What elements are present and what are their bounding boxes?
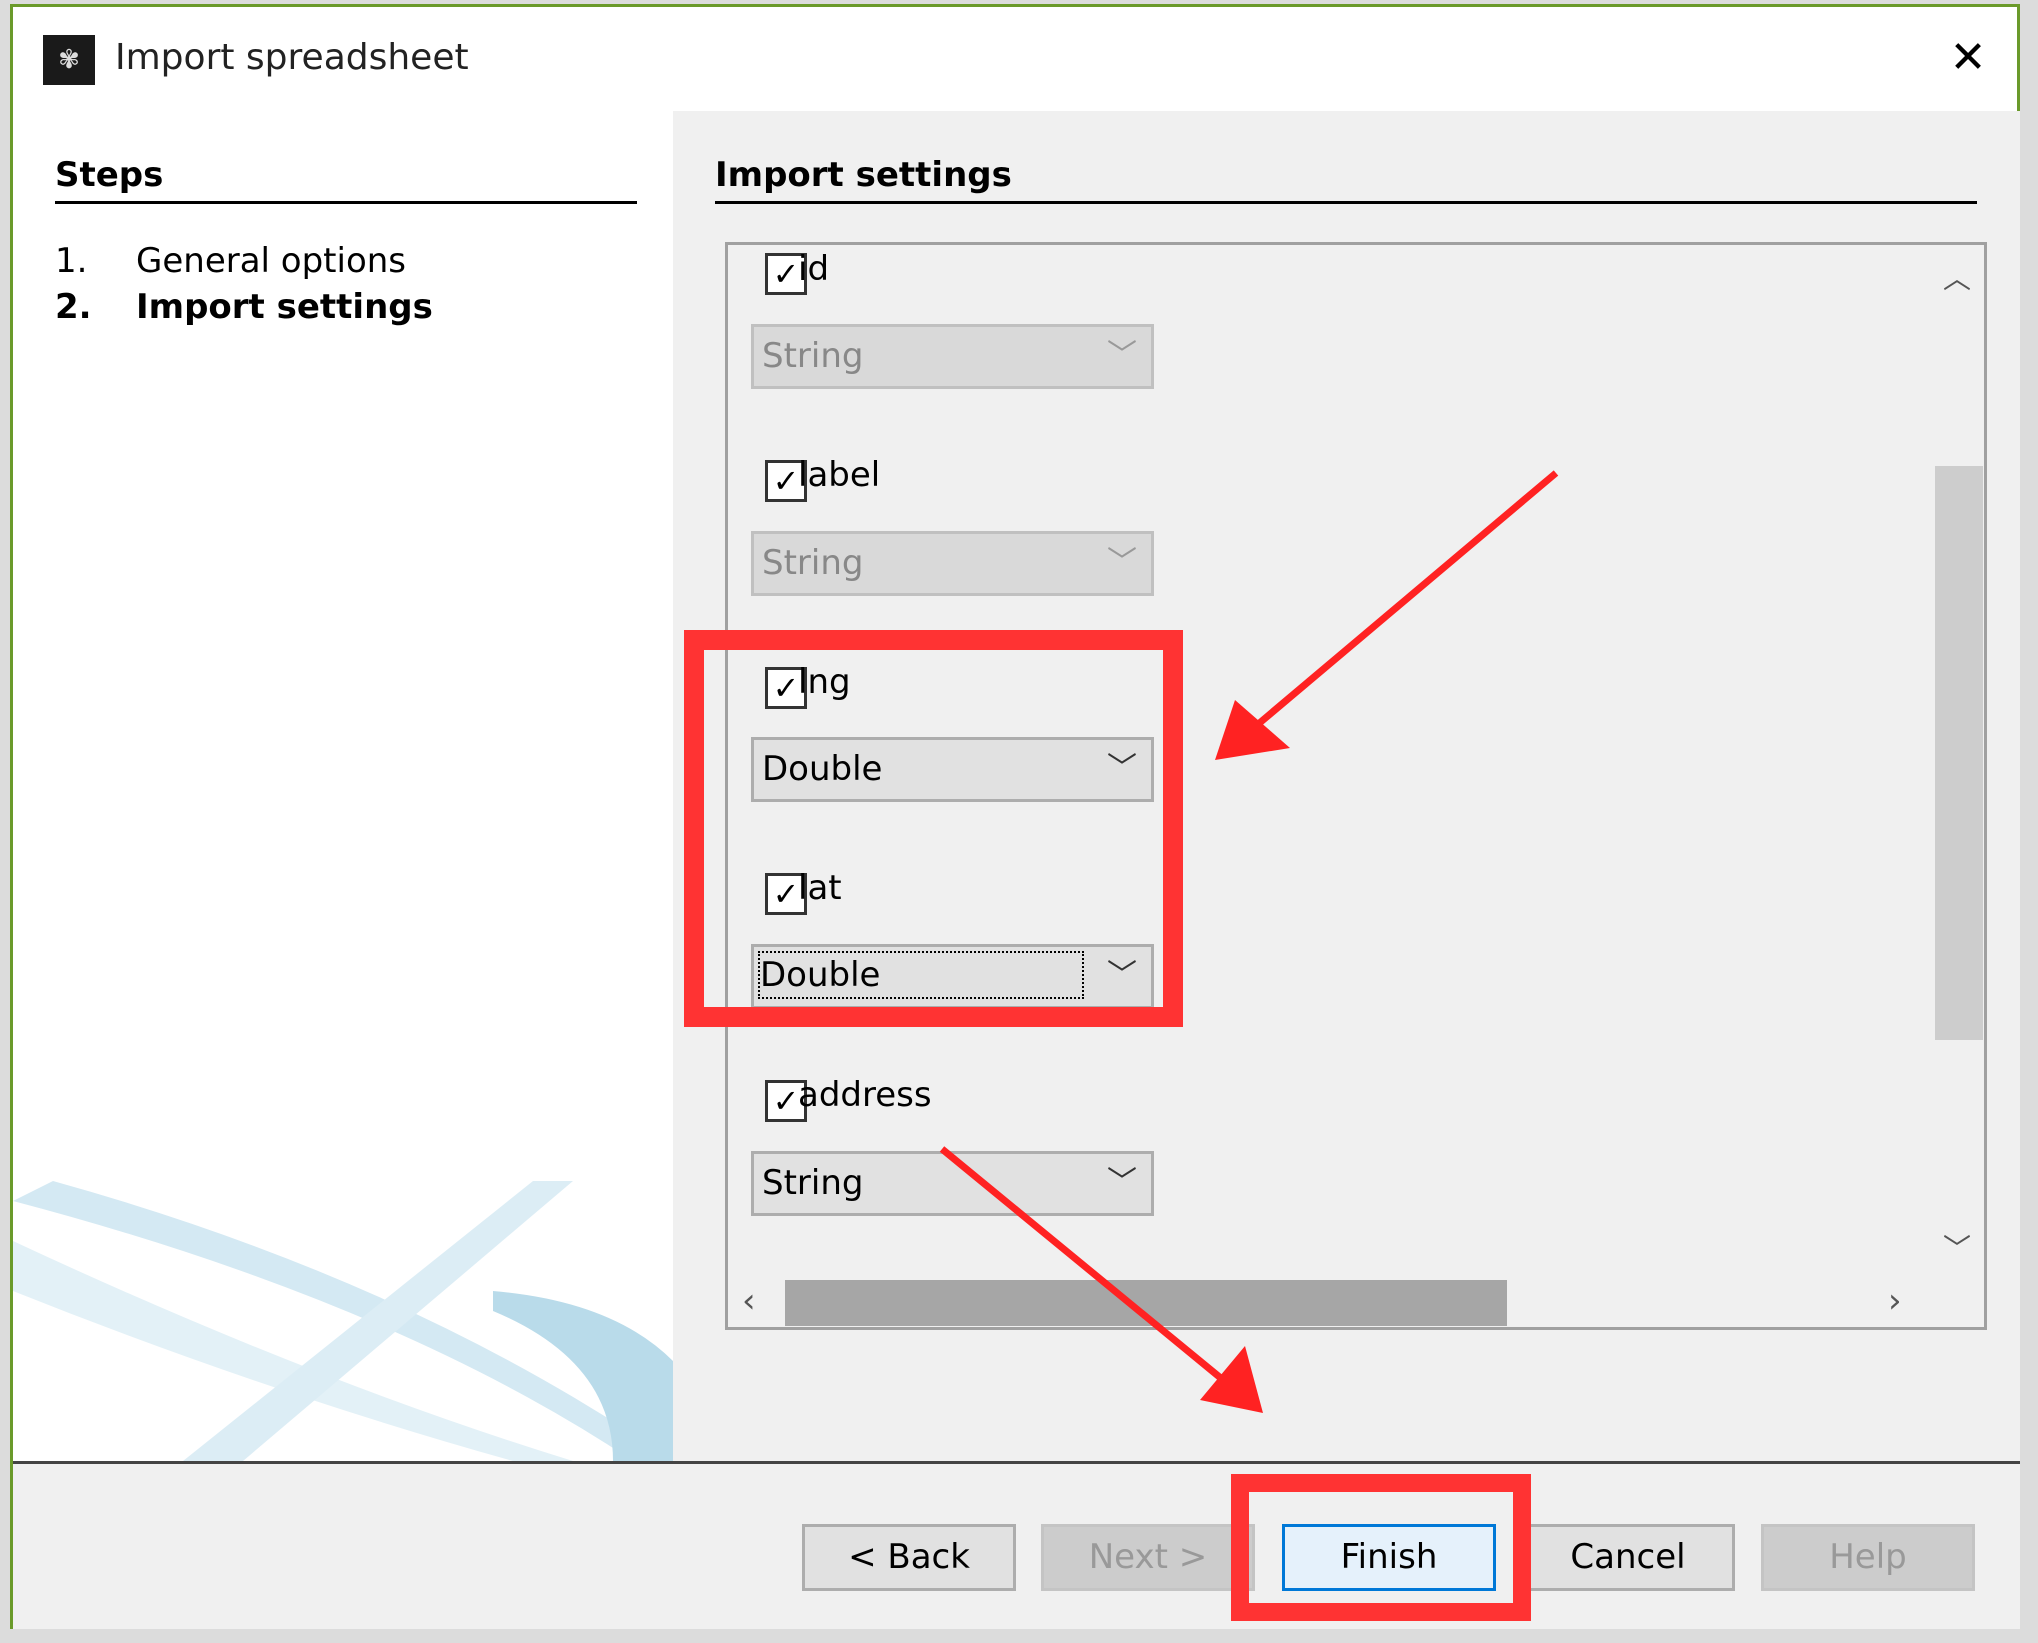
horizontal-scroll-thumb[interactable]: [785, 1280, 1507, 1326]
scroll-right-icon[interactable]: ›: [1888, 1281, 1902, 1321]
step-2-label: Import settings: [136, 287, 433, 327]
footer-divider: [13, 1461, 2020, 1464]
scroll-left-icon[interactable]: ‹: [742, 1281, 756, 1321]
vertical-scroll-thumb[interactable]: [1935, 466, 1983, 1040]
chevron-down-icon: ﹀: [1107, 338, 1137, 373]
import-settings-heading: Import settings: [715, 155, 1012, 195]
dialog-title: Import spreadsheet: [115, 37, 469, 78]
cancel-button[interactable]: Cancel: [1521, 1524, 1735, 1591]
column-id-label: id: [798, 249, 830, 289]
column-label-label: label: [798, 455, 881, 495]
step-1-number: 1.: [55, 241, 88, 281]
horizontal-scrollbar[interactable]: ‹ ›: [728, 1277, 1931, 1327]
settings-divider: [715, 201, 1977, 204]
app-logo-icon: ✾: [43, 35, 95, 85]
annotation-highlight-finish: [1231, 1474, 1531, 1621]
column-id-type-select[interactable]: String ﹀: [751, 324, 1154, 389]
next-button[interactable]: Next >: [1041, 1524, 1255, 1591]
back-button[interactable]: < Back: [802, 1524, 1016, 1591]
decorative-swoosh: [13, 1181, 673, 1461]
steps-heading: Steps: [55, 155, 164, 195]
scroll-down-icon[interactable]: ﹀: [1943, 1227, 1971, 1267]
steps-panel: Steps 1. General options 2. Import setti…: [13, 111, 673, 1461]
column-address-label: address: [798, 1075, 932, 1115]
column-address-type-select[interactable]: String ﹀: [751, 1151, 1154, 1216]
steps-divider: [55, 201, 637, 204]
vertical-scrollbar[interactable]: ︿ ﹀: [1931, 245, 1983, 1277]
chevron-down-icon: ﹀: [1107, 545, 1137, 580]
step-2-number: 2.: [55, 287, 92, 327]
scroll-up-icon[interactable]: ︿: [1943, 257, 1971, 297]
close-icon[interactable]: ✕: [1943, 33, 1993, 83]
annotation-highlight-lng-lat: [684, 630, 1183, 1027]
help-button[interactable]: Help: [1761, 1524, 1975, 1591]
column-label-type-select[interactable]: String ﹀: [751, 531, 1154, 596]
chevron-down-icon: ﹀: [1107, 1165, 1137, 1200]
step-1-label: General options: [136, 241, 407, 281]
